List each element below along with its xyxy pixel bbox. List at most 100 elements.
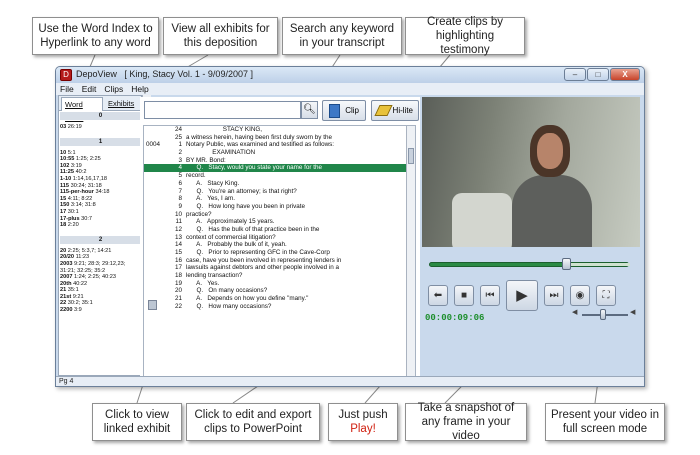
index-refs: 40:22 [73, 280, 88, 287]
transcript-line[interactable]: 16 case, have you been involved in repres… [144, 257, 415, 265]
fullscreen-button[interactable]: ⛶ [596, 285, 616, 306]
index-entry[interactable]: 03 26:19 [60, 124, 141, 131]
transcript-line[interactable]: 9 Q. How long have you been in private [144, 203, 415, 211]
seek-bar[interactable] [429, 258, 630, 270]
transcript-line[interactable]: 8 A. Yes, I am. [144, 195, 415, 203]
close-button[interactable]: X [610, 68, 640, 81]
line-number: 6 [178, 179, 182, 187]
video-frame[interactable] [422, 97, 640, 247]
maximize-button[interactable]: □ [587, 68, 609, 81]
page-number: 0004 [146, 141, 161, 149]
transcript-line[interactable]: 0004 1 Notary Public, was examined and tes… [144, 141, 415, 149]
line-number: 17 [174, 264, 182, 272]
transcript-line[interactable]: 13 context of commercial litigation? [144, 234, 415, 242]
transcript-line[interactable]: 18 lending transaction? [144, 272, 415, 280]
index-entry[interactable]: 22 30:2; 35:1 [60, 300, 141, 307]
index-entry[interactable]: 2003 9:21; 28:3; 29:12,23; [60, 261, 141, 268]
transcript-line[interactable]: 24 STACY KING, [144, 126, 415, 134]
hilite-button[interactable]: Hi-lite [371, 100, 419, 121]
index-entry[interactable]: 20 2:25; 5:3,7; 14:21 [60, 248, 141, 255]
clip-button[interactable]: Clip [322, 100, 366, 121]
transcript-scrollbar[interactable] [406, 126, 415, 386]
line-text: Q. Prior to representing GFC in the Cave… [186, 249, 330, 256]
clip-export-button[interactable]: ⬅ [428, 285, 448, 306]
transcript-line[interactable]: 15 Q. Prior to representing GFC in the C… [144, 249, 415, 257]
menu-clips[interactable]: Clips [100, 83, 127, 95]
index-entry[interactable]: 115 30:24; 31:18 [60, 183, 141, 190]
index-word: 22 [60, 300, 67, 307]
transcript-line[interactable]: 4 Q. Stacy, would you state your name fo… [144, 164, 415, 173]
index-refs: 34:18 [95, 189, 110, 196]
index-word: 2200 [60, 307, 73, 314]
transcript-line[interactable]: 2 EXAMINATION [144, 149, 415, 157]
index-entry[interactable]: 1-10 1:14,16,17,18 [60, 176, 141, 183]
index-refs: 11:23 [75, 254, 90, 261]
index-entry[interactable]: 10:55 1:25; 2:25 [60, 156, 141, 163]
transcript-line[interactable]: 5 record. [144, 172, 415, 180]
transcript-panel: 🔍︎ Clip Hi-lite 24 STACY KING, 25 a witnes… [140, 97, 420, 386]
tab-word-index[interactable]: Word Index [61, 97, 103, 122]
index-entry[interactable]: 21st 9:21 [60, 294, 141, 301]
transcript-line[interactable]: 21 A. Depends on how you define "many." [144, 295, 415, 303]
line-number: 11 [175, 218, 182, 226]
transcript-line[interactable]: 11 A. Approximately 15 years. [144, 218, 415, 226]
transcript-line[interactable]: 7 Q. You're an attorney; is that right? [144, 188, 415, 196]
transcript-line[interactable]: 20 Q. On many occasions? [144, 287, 415, 295]
seek-handle[interactable] [562, 258, 571, 270]
transcript-line[interactable]: 19 A. Yes. [144, 280, 415, 288]
transcript-view[interactable]: 24 STACY KING, 25 a witness herein, having… [143, 125, 416, 386]
index-entry[interactable]: 20th 40:22 [60, 281, 141, 288]
transcript-line[interactable]: 12 Q. Has the bulk of that practice been… [144, 226, 415, 234]
volume-handle[interactable] [599, 309, 606, 320]
index-entry[interactable]: 18 2:20 [60, 222, 141, 229]
index-word: 03 [60, 124, 67, 130]
index-entry[interactable]: 2007 1:24; 2:25; 40:23 [60, 274, 141, 281]
index-entry[interactable]: 115-per-hour 34:18 [60, 189, 141, 196]
menu-edit[interactable]: Edit [78, 83, 101, 95]
play-button[interactable]: ▶ [506, 280, 538, 311]
index-refs: 30:1 [67, 208, 79, 215]
next-button[interactable]: ⏭ [544, 285, 564, 306]
transcript-line[interactable]: 3 BY MR. Bond: [144, 157, 415, 165]
menu-help[interactable]: Help [127, 83, 152, 95]
snapshot-button[interactable]: ◉ [570, 285, 590, 306]
previous-button[interactable]: ⏮ [480, 285, 500, 306]
index-entry[interactable]: 102 3:19 [60, 163, 141, 170]
stop-button[interactable]: ■ [454, 285, 474, 306]
scroll-thumb[interactable] [408, 148, 414, 164]
index-entry[interactable]: 17 30:1 [60, 209, 141, 216]
linked-exhibit-icon[interactable] [148, 300, 157, 310]
line-text: Q. How many occasions? [186, 302, 272, 310]
index-refs: 1:24; 2:25; 40:23 [74, 274, 117, 281]
transcript-line[interactable]: 10 practice? [144, 211, 415, 219]
transcript-line[interactable]: 22 Q. How many occasions? [144, 303, 415, 311]
minimize-button[interactable]: – [564, 68, 586, 81]
index-entry[interactable]: 31:21; 32:25; 35:2 [60, 268, 141, 275]
transcript-line[interactable]: 14 A. Probably the bulk of it, yeah. [144, 241, 415, 249]
index-entry[interactable]: 17-plus 30:7 [60, 216, 141, 223]
transcript-line[interactable]: 17 lawsuits against debtors and other peo… [144, 264, 415, 272]
index-group-header: 1 [60, 137, 141, 146]
tab-exhibits[interactable]: Exhibits [105, 97, 141, 111]
index-entry[interactable]: 15 4:11; 8:22 [60, 196, 141, 203]
index-entry[interactable]: 150 3:14; 31:8 [60, 202, 141, 209]
index-entry[interactable]: 20/20 11:23 [60, 254, 141, 261]
line-text: BY MR. Bond: [186, 156, 226, 164]
fullscreen-icon: ⛶ [602, 290, 610, 301]
search-input[interactable] [144, 101, 301, 119]
line-number: 4 [178, 164, 182, 172]
menu-file[interactable]: File [56, 83, 78, 95]
callout-exhibits: View all exhibits for this deposition [163, 17, 278, 55]
index-entry[interactable]: 2200 3:9 [60, 307, 141, 314]
index-entry[interactable]: 10 5:1 [60, 150, 141, 157]
witness-face [537, 133, 563, 169]
seek-remaining [566, 263, 630, 266]
transcript-line[interactable]: 6 A. Stacy King. [144, 180, 415, 188]
index-entry[interactable]: 21 35:1 [60, 287, 141, 294]
search-button[interactable]: 🔍︎ [301, 101, 318, 119]
line-number: 20 [174, 287, 182, 295]
transcript-line[interactable]: 25 a witness herein, having been first du… [144, 134, 415, 142]
app-icon: D [60, 69, 72, 81]
index-word: 102 [60, 162, 70, 169]
index-entry[interactable]: 11:25 40:2 [60, 169, 141, 176]
